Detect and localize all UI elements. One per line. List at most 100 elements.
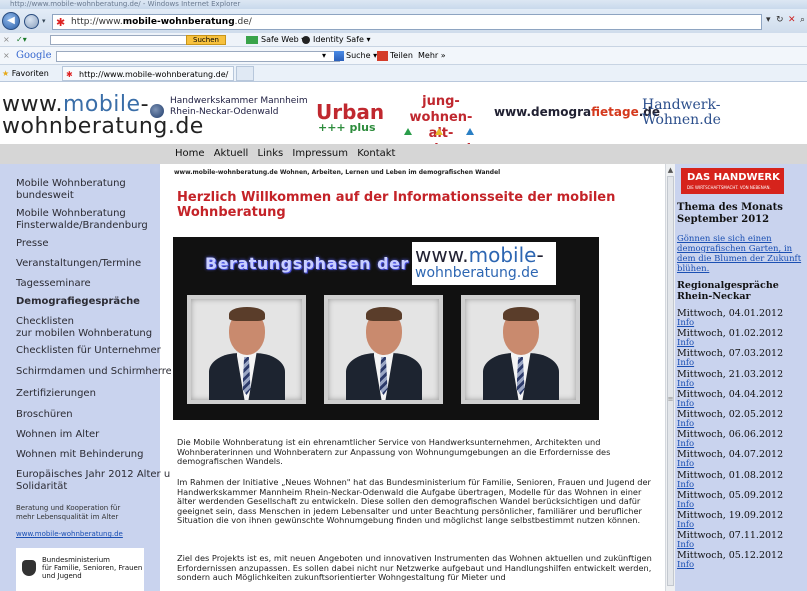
left-sidebar: Mobile Wohnberatung bundesweit Mobile Woh… [0,164,183,591]
google-search-icon [334,50,344,61]
nav-label-line2: zur mobilen Wohnberatung [16,328,153,339]
norton-icon[interactable]: ✓▾ [16,33,27,47]
nav-europaeisches-jahr[interactable]: Europäisches Jahr 2012 Alter und Solidari… [16,469,183,493]
sidebar-site-link[interactable]: www.mobile-wohnberatung.de [16,530,123,538]
nav-mobile-finsterwalde[interactable]: Mobile Wohnberatung Finsterwalde/Brandenb… [16,208,148,232]
google-search-button[interactable]: Suche ▾ [334,47,377,65]
nav-veranstaltungen[interactable]: Veranstaltungen/Termine [16,258,141,270]
address-bar[interactable]: ✱ http://www.mobile-wohnberatung.de/ [52,14,762,30]
hwk-line2: Rhein-Neckar-Odenwald [170,107,279,117]
nav-checklisten-unternehmer[interactable]: Checklisten für Unternehmer [16,345,161,357]
favorites-button[interactable]: ★ Favoriten [2,65,49,82]
portrait-frame-2 [324,295,443,404]
das-handwerk-logo[interactable]: DAS HANDWERK DIE WIRTSCHAFTSMACHT. VON N… [681,168,784,194]
event-info-link[interactable]: Info [677,480,694,490]
star-icon: ★ [2,69,10,78]
intro-paragraph: Die Mobile Wohnberatung ist ein ehrenamt… [177,437,611,467]
event-info-link[interactable]: Info [677,399,694,409]
new-tab-button[interactable] [236,66,254,81]
bmfsfj-logo[interactable]: Bundesministerium für Familie, Senioren,… [16,548,144,591]
favorite-tab[interactable]: ✱ http://www.mobile-wohnberatung.de/ [62,66,234,81]
safe-web-icon [246,35,258,44]
slogan-line1: Beratung und Kooperation für [16,504,121,512]
thema-link[interactable]: Gönnen sie sich einen demografischen Gar… [677,234,805,274]
menu-kontakt[interactable]: Kontakt [357,148,395,159]
menu-aktuell[interactable]: Aktuell [214,148,249,159]
address-host: mobile-wohnberatung [122,17,235,27]
toolbar-search-input[interactable] [50,35,190,45]
event-info-link[interactable]: Info [677,379,694,389]
event-info-link[interactable]: Info [677,420,694,429]
nav-mobile-bundesweit[interactable]: Mobile Wohnberatung bundesweit [16,178,126,202]
menu-home[interactable]: Home [175,148,205,159]
scrollbar-thumb[interactable] [667,176,674,586]
nav-presse[interactable]: Presse [16,238,48,250]
stop-icon[interactable]: ✕ [788,15,796,25]
share-icon [377,50,388,61]
safe-web-label: Safe Web ▾ [261,35,306,44]
identity-safe-button[interactable]: Identity Safe ▾ [302,33,370,47]
google-toolbar: × Google ▾ Suche ▾ Teilen Mehr » [0,47,807,65]
nav-broschueren[interactable]: Broschüren [16,409,73,421]
favorites-bar: ★ Favoriten ✱ http://www.mobile-wohnbera… [0,65,807,82]
refresh-icon[interactable]: ↻ [776,15,784,25]
suchen-button[interactable]: Suchen [186,35,226,45]
back-button[interactable]: ◀ [2,12,20,30]
hwk-partner-link[interactable]: Handwerkskammer Mannheim Rhein-Neckar-Od… [170,96,308,118]
google-search-input[interactable] [56,51,340,62]
bmfsfj-line2: für Familie, Senioren, Frauen [42,564,143,572]
beratungsphasen-banner: Beratungsphasen der www.mobile- wohnbera… [173,237,599,420]
event-info-link[interactable]: Info [677,440,694,449]
close-google-toolbar-icon[interactable]: × [3,47,10,65]
history-dropdown-icon[interactable]: ▾ [42,17,46,25]
event-info-link[interactable]: Info [677,561,694,570]
event-info-link[interactable]: Info [677,319,694,328]
google-share-label: Teilen [390,51,413,60]
handwerk-wohnen-logo[interactable]: Handwerk- Wohnen.de [642,98,721,128]
nav-demografiegespraeche[interactable]: Demografiegespräche [16,296,140,308]
nav-schirmdamen[interactable]: Schirmdamen und Schirmherren [16,366,178,378]
bmfsfj-line3: und Jugend [42,572,82,580]
event-info-link[interactable]: Info [677,339,694,348]
menu-impressum[interactable]: Impressum [292,148,348,159]
google-more-button[interactable]: Mehr » [418,47,446,65]
menu-links[interactable]: Links [258,148,284,159]
nav-label: Mobile Wohnberatung [16,178,126,189]
nav-tagesseminare[interactable]: Tagesseminare [16,278,91,290]
nav-wohnen-im-alter[interactable]: Wohnen im Alter [16,429,99,441]
nav-zertifizierungen[interactable]: Zertifizierungen [16,388,96,400]
page-scrollbar[interactable]: ▲ ≡ [665,164,675,591]
identity-safe-label: Identity Safe ▾ [313,35,371,44]
right-sidebar: DAS HANDWERK DIE WIRTSCHAFTSMACHT. VON N… [675,164,807,591]
banner-logo-mobile: mobile [468,243,537,267]
event-info-link[interactable]: Info [677,541,694,550]
event-info-link[interactable]: Info [677,500,694,510]
logo-line2: wohnberatung.de [2,114,204,139]
google-search-label: Suche ▾ [346,51,378,60]
address-dropdown-icon[interactable]: ▾ [766,15,771,25]
nav-label-line2: Solidarität [16,481,68,492]
sidebar-slogan: Beratung und Kooperation für mehr Lebens… [16,504,120,522]
address-prefix: http://www. [71,17,123,27]
banner-logo-line1: www.mobile- [415,245,544,265]
google-share-button[interactable]: Teilen [377,47,413,65]
das-handwerk-title: DAS HANDWERK [687,172,780,183]
safe-web-button[interactable]: Safe Web ▾ [246,33,305,47]
event-info-link[interactable]: Info [677,359,694,368]
urban-logo[interactable]: Urban [316,102,384,122]
event-info-link[interactable]: Info [677,460,694,469]
nav-checklisten[interactable]: Checklisten zur mobilen Wohnberatung [16,316,152,340]
forward-button[interactable] [24,14,39,29]
close-toolbar-icon[interactable]: × [3,33,10,47]
live-search-icon[interactable]: ⌕ [800,15,805,25]
google-search-dropdown-icon[interactable]: ▾ [322,47,326,65]
scroll-up-icon[interactable]: ▲ [666,166,675,175]
tab-favicon-icon: ✱ [66,70,73,79]
demografietage-logo[interactable]: www.demografietage.de [494,105,660,119]
portrait-photo [481,305,561,400]
thema-des-monats-heading: Thema des Monats September 2012 [677,202,783,226]
toolbar-row: × ✓▾ Suchen Safe Web ▾ Identity Safe ▾ [0,33,807,47]
demog-part-b: fietage [591,105,639,119]
nav-wohnen-behinderung[interactable]: Wohnen mit Behinderung [16,449,144,461]
event-info-link[interactable]: Info [677,521,694,530]
